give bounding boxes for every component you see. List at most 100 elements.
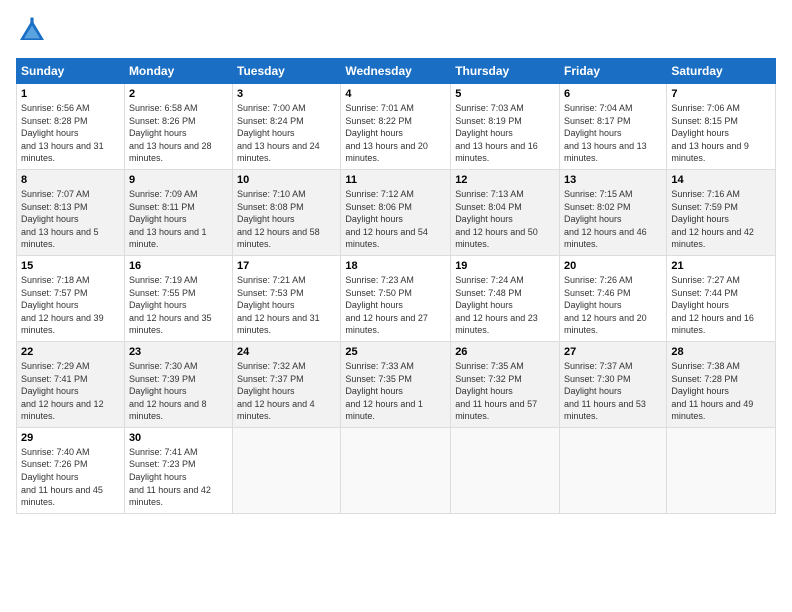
day-number: 24: [237, 346, 336, 358]
day-detail: Sunrise: 7:21 AMSunset: 7:53 PMDaylight …: [237, 275, 320, 335]
day-detail: Sunrise: 6:56 AMSunset: 8:28 PMDaylight …: [21, 103, 104, 163]
day-number: 26: [455, 346, 555, 358]
day-cell-7: 7 Sunrise: 7:06 AMSunset: 8:15 PMDayligh…: [667, 84, 776, 170]
day-cell-17: 17 Sunrise: 7:21 AMSunset: 7:53 PMDaylig…: [233, 255, 341, 341]
header-row: SundayMondayTuesdayWednesdayThursdayFrid…: [17, 59, 776, 84]
day-detail: Sunrise: 7:38 AMSunset: 7:28 PMDaylight …: [671, 361, 753, 421]
day-number: 27: [564, 346, 662, 358]
day-detail: Sunrise: 7:37 AMSunset: 7:30 PMDaylight …: [564, 361, 646, 421]
day-cell-11: 11 Sunrise: 7:12 AMSunset: 8:06 PMDaylig…: [341, 169, 451, 255]
day-number: 29: [21, 432, 120, 444]
day-cell-20: 20 Sunrise: 7:26 AMSunset: 7:46 PMDaylig…: [560, 255, 667, 341]
empty-cell: [451, 427, 560, 513]
day-detail: Sunrise: 7:10 AMSunset: 8:08 PMDaylight …: [237, 189, 320, 249]
day-cell-13: 13 Sunrise: 7:15 AMSunset: 8:02 PMDaylig…: [560, 169, 667, 255]
page: SundayMondayTuesdayWednesdayThursdayFrid…: [0, 0, 792, 612]
day-number: 2: [129, 88, 228, 100]
day-number: 16: [129, 260, 228, 272]
day-number: 10: [237, 174, 336, 186]
day-cell-3: 3 Sunrise: 7:00 AMSunset: 8:24 PMDayligh…: [233, 84, 341, 170]
day-cell-26: 26 Sunrise: 7:35 AMSunset: 7:32 PMDaylig…: [451, 341, 560, 427]
day-detail: Sunrise: 7:04 AMSunset: 8:17 PMDaylight …: [564, 103, 647, 163]
day-detail: Sunrise: 7:16 AMSunset: 7:59 PMDaylight …: [671, 189, 754, 249]
day-cell-29: 29 Sunrise: 7:40 AMSunset: 7:26 PMDaylig…: [17, 427, 125, 513]
day-cell-28: 28 Sunrise: 7:38 AMSunset: 7:28 PMDaylig…: [667, 341, 776, 427]
day-detail: Sunrise: 7:27 AMSunset: 7:44 PMDaylight …: [671, 275, 754, 335]
day-number: 12: [455, 174, 555, 186]
week-row-4: 22 Sunrise: 7:29 AMSunset: 7:41 PMDaylig…: [17, 341, 776, 427]
day-number: 7: [671, 88, 771, 100]
day-detail: Sunrise: 7:07 AMSunset: 8:13 PMDaylight …: [21, 189, 99, 249]
day-cell-4: 4 Sunrise: 7:01 AMSunset: 8:22 PMDayligh…: [341, 84, 451, 170]
day-cell-22: 22 Sunrise: 7:29 AMSunset: 7:41 PMDaylig…: [17, 341, 125, 427]
empty-cell: [667, 427, 776, 513]
header: [16, 16, 776, 48]
empty-cell: [233, 427, 341, 513]
logo-icon: [16, 16, 48, 48]
day-number: 23: [129, 346, 228, 358]
day-cell-6: 6 Sunrise: 7:04 AMSunset: 8:17 PMDayligh…: [560, 84, 667, 170]
column-header-tuesday: Tuesday: [233, 59, 341, 84]
day-number: 28: [671, 346, 771, 358]
day-number: 21: [671, 260, 771, 272]
day-number: 13: [564, 174, 662, 186]
day-detail: Sunrise: 7:15 AMSunset: 8:02 PMDaylight …: [564, 189, 647, 249]
day-detail: Sunrise: 7:29 AMSunset: 7:41 PMDaylight …: [21, 361, 104, 421]
day-cell-14: 14 Sunrise: 7:16 AMSunset: 7:59 PMDaylig…: [667, 169, 776, 255]
day-number: 30: [129, 432, 228, 444]
day-number: 3: [237, 88, 336, 100]
day-number: 6: [564, 88, 662, 100]
day-cell-8: 8 Sunrise: 7:07 AMSunset: 8:13 PMDayligh…: [17, 169, 125, 255]
day-number: 20: [564, 260, 662, 272]
day-number: 9: [129, 174, 228, 186]
calendar-table: SundayMondayTuesdayWednesdayThursdayFrid…: [16, 58, 776, 514]
day-number: 11: [345, 174, 446, 186]
day-detail: Sunrise: 7:23 AMSunset: 7:50 PMDaylight …: [345, 275, 428, 335]
day-detail: Sunrise: 7:33 AMSunset: 7:35 PMDaylight …: [345, 361, 423, 421]
day-cell-12: 12 Sunrise: 7:13 AMSunset: 8:04 PMDaylig…: [451, 169, 560, 255]
day-number: 15: [21, 260, 120, 272]
column-header-wednesday: Wednesday: [341, 59, 451, 84]
day-detail: Sunrise: 7:19 AMSunset: 7:55 PMDaylight …: [129, 275, 212, 335]
day-number: 18: [345, 260, 446, 272]
day-detail: Sunrise: 7:30 AMSunset: 7:39 PMDaylight …: [129, 361, 207, 421]
day-detail: Sunrise: 7:06 AMSunset: 8:15 PMDaylight …: [671, 103, 749, 163]
day-detail: Sunrise: 7:32 AMSunset: 7:37 PMDaylight …: [237, 361, 315, 421]
day-detail: Sunrise: 7:09 AMSunset: 8:11 PMDaylight …: [129, 189, 207, 249]
day-cell-5: 5 Sunrise: 7:03 AMSunset: 8:19 PMDayligh…: [451, 84, 560, 170]
day-cell-25: 25 Sunrise: 7:33 AMSunset: 7:35 PMDaylig…: [341, 341, 451, 427]
week-row-5: 29 Sunrise: 7:40 AMSunset: 7:26 PMDaylig…: [17, 427, 776, 513]
day-number: 4: [345, 88, 446, 100]
column-header-friday: Friday: [560, 59, 667, 84]
column-header-thursday: Thursday: [451, 59, 560, 84]
day-detail: Sunrise: 7:03 AMSunset: 8:19 PMDaylight …: [455, 103, 538, 163]
day-number: 19: [455, 260, 555, 272]
day-number: 17: [237, 260, 336, 272]
day-detail: Sunrise: 7:01 AMSunset: 8:22 PMDaylight …: [345, 103, 428, 163]
day-cell-30: 30 Sunrise: 7:41 AMSunset: 7:23 PMDaylig…: [124, 427, 232, 513]
day-cell-19: 19 Sunrise: 7:24 AMSunset: 7:48 PMDaylig…: [451, 255, 560, 341]
week-row-3: 15 Sunrise: 7:18 AMSunset: 7:57 PMDaylig…: [17, 255, 776, 341]
day-number: 25: [345, 346, 446, 358]
day-number: 8: [21, 174, 120, 186]
day-cell-24: 24 Sunrise: 7:32 AMSunset: 7:37 PMDaylig…: [233, 341, 341, 427]
day-detail: Sunrise: 7:12 AMSunset: 8:06 PMDaylight …: [345, 189, 428, 249]
day-cell-18: 18 Sunrise: 7:23 AMSunset: 7:50 PMDaylig…: [341, 255, 451, 341]
day-cell-1: 1 Sunrise: 6:56 AMSunset: 8:28 PMDayligh…: [17, 84, 125, 170]
empty-cell: [560, 427, 667, 513]
day-number: 14: [671, 174, 771, 186]
day-detail: Sunrise: 7:41 AMSunset: 7:23 PMDaylight …: [129, 447, 211, 507]
day-cell-2: 2 Sunrise: 6:58 AMSunset: 8:26 PMDayligh…: [124, 84, 232, 170]
day-cell-15: 15 Sunrise: 7:18 AMSunset: 7:57 PMDaylig…: [17, 255, 125, 341]
week-row-1: 1 Sunrise: 6:56 AMSunset: 8:28 PMDayligh…: [17, 84, 776, 170]
day-number: 1: [21, 88, 120, 100]
day-number: 5: [455, 88, 555, 100]
logo: [16, 16, 52, 48]
day-detail: Sunrise: 7:00 AMSunset: 8:24 PMDaylight …: [237, 103, 320, 163]
day-detail: Sunrise: 7:40 AMSunset: 7:26 PMDaylight …: [21, 447, 103, 507]
day-detail: Sunrise: 7:13 AMSunset: 8:04 PMDaylight …: [455, 189, 538, 249]
column-header-saturday: Saturday: [667, 59, 776, 84]
day-detail: Sunrise: 7:26 AMSunset: 7:46 PMDaylight …: [564, 275, 647, 335]
empty-cell: [341, 427, 451, 513]
day-cell-10: 10 Sunrise: 7:10 AMSunset: 8:08 PMDaylig…: [233, 169, 341, 255]
